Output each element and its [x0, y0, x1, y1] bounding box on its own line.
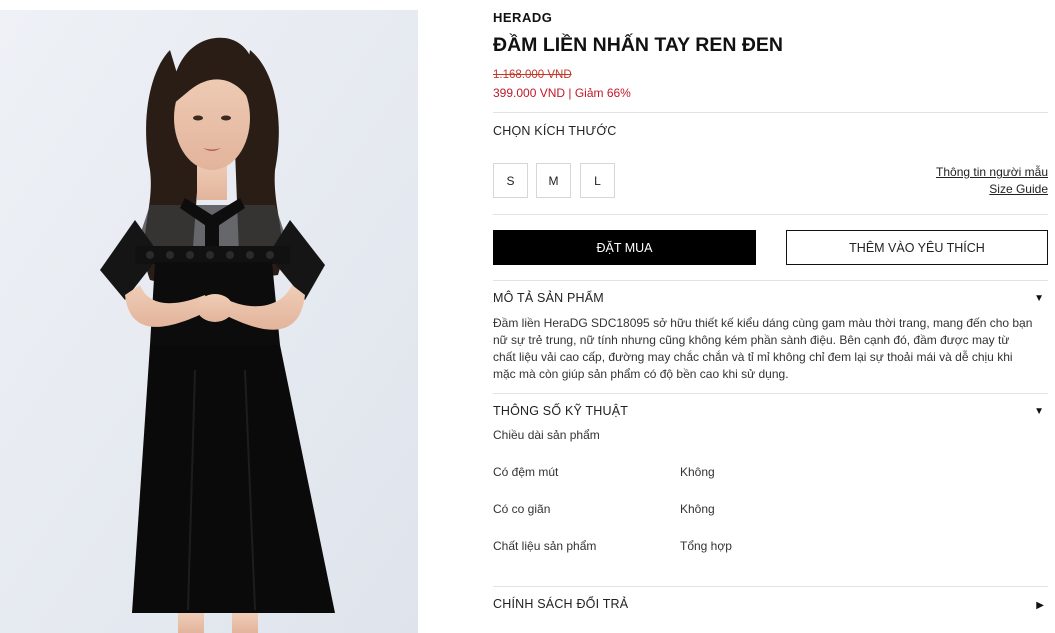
spec-key: Chất liệu sản phẩm [493, 539, 597, 553]
size-option-l[interactable]: L [580, 163, 615, 198]
specs-title: THÔNG SỐ KỸ THUẬT [493, 404, 629, 418]
return-policy-toggle[interactable]: CHÍNH SÁCH ĐỔI TRẢ ▶ [493, 597, 1048, 615]
spec-key: Có đệm mút [493, 465, 559, 479]
model-illustration [0, 10, 418, 633]
divider [493, 112, 1048, 113]
product-info: HERADG ĐẦM LIỀN NHẤN TAY REN ĐEN 1.168.0… [493, 0, 1048, 633]
specs-toggle[interactable]: THÔNG SỐ KỸ THUẬT ▼ [493, 404, 1048, 422]
product-photo[interactable] [0, 10, 418, 633]
caret-down-icon: ▼ [1034, 293, 1044, 304]
spec-key: Có co giãn [493, 502, 551, 516]
description-text: Đầm liền HeraDG SDC18095 sở hữu thiết kế… [493, 316, 1033, 381]
original-price: 1.168.000 VND [493, 69, 572, 81]
size-option-s[interactable]: S [493, 163, 528, 198]
spec-value: Không [680, 502, 715, 516]
size-guide-link[interactable]: Size Guide [989, 182, 1048, 196]
divider [493, 393, 1048, 394]
size-section-label: CHỌN KÍCH THƯỚC [493, 124, 617, 138]
caret-right-icon: ▶ [1036, 600, 1044, 611]
product-title: ĐẦM LIỀN NHẤN TAY REN ĐEN [493, 34, 783, 56]
divider [493, 280, 1048, 281]
divider [493, 214, 1048, 215]
size-option-m[interactable]: M [536, 163, 571, 198]
sale-price: 399.000 VND | Giảm 66% [493, 86, 631, 100]
return-policy-title: CHÍNH SÁCH ĐỔI TRẢ [493, 597, 629, 611]
divider [493, 586, 1048, 587]
spec-value: Không [680, 465, 715, 479]
caret-down-icon: ▼ [1034, 406, 1044, 417]
spec-length-label: Chiều dài sản phẩm [493, 428, 600, 442]
model-info-link[interactable]: Thông tin người mẫu [936, 165, 1048, 179]
add-to-favorites-button[interactable]: THÊM VÀO YÊU THÍCH [786, 230, 1048, 265]
brand-name: HERADG [493, 10, 553, 25]
description-title: MÔ TẢ SẢN PHẨM [493, 291, 604, 305]
description-toggle[interactable]: MÔ TẢ SẢN PHẨM ▼ [493, 291, 1048, 309]
spec-value: Tổng hợp [680, 539, 732, 553]
buy-button[interactable]: ĐẶT MUA [493, 230, 756, 265]
